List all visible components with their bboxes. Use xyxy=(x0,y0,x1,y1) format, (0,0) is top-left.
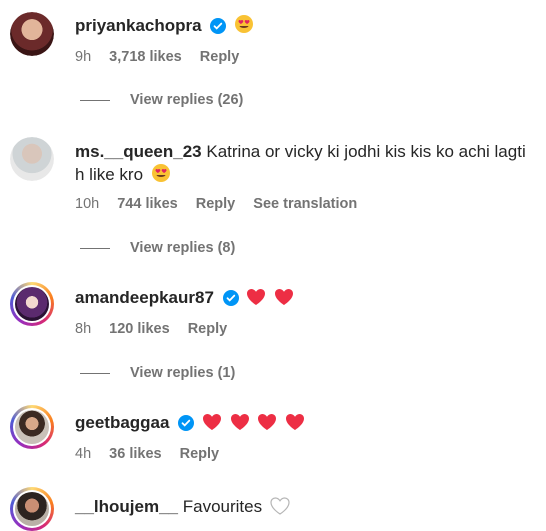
likes-count[interactable]: 36 likes xyxy=(109,446,161,462)
comment-username[interactable]: priyankachopra xyxy=(75,16,202,35)
avatar[interactable] xyxy=(10,12,54,56)
view-replies-label: View replies (8) xyxy=(130,240,236,256)
white-heart-icon xyxy=(270,497,290,521)
comment-time: 10h xyxy=(75,196,100,212)
view-replies-button[interactable]: View replies (1) xyxy=(80,365,235,381)
verified-icon xyxy=(210,18,227,40)
heart-eyes-emoji-icon xyxy=(151,163,171,189)
view-replies-button[interactable]: View replies (26) xyxy=(80,92,243,108)
reply-button[interactable]: Reply xyxy=(200,49,240,65)
avatar-photo xyxy=(15,410,49,444)
red-heart-icon xyxy=(202,413,222,437)
red-heart-icon xyxy=(257,413,277,437)
reply-button[interactable]: Reply xyxy=(196,196,236,212)
red-heart-icon xyxy=(246,288,266,312)
comment-time: 9h xyxy=(75,49,92,65)
view-replies-label: View replies (1) xyxy=(130,365,236,381)
avatar-photo xyxy=(10,137,54,181)
verified-icon xyxy=(178,415,195,437)
red-heart-icon xyxy=(285,413,305,437)
likes-count[interactable]: 744 likes xyxy=(117,196,177,212)
divider-line xyxy=(80,247,110,249)
comment-username[interactable]: amandeepkaur87 xyxy=(75,288,214,307)
avatar-photo xyxy=(10,12,54,56)
avatar[interactable] xyxy=(10,137,54,181)
likes-count[interactable]: 120 likes xyxy=(109,321,169,337)
avatar[interactable] xyxy=(10,282,54,326)
divider-line xyxy=(80,372,110,374)
heart-eyes-emoji-icon xyxy=(234,14,254,40)
reply-button[interactable]: Reply xyxy=(188,321,228,337)
reply-button[interactable]: Reply xyxy=(180,446,220,462)
likes-count[interactable]: 3,718 likes xyxy=(109,49,182,65)
see-translation-button[interactable]: See translation xyxy=(253,196,357,212)
view-replies-button[interactable]: View replies (8) xyxy=(80,240,235,256)
verified-icon xyxy=(222,290,239,312)
comment-username[interactable]: ms.__queen_23 xyxy=(75,142,202,161)
comment-username[interactable]: __lhoujem__ xyxy=(75,497,178,516)
comment-username[interactable]: geetbaggaa xyxy=(75,413,169,432)
comment-time: 4h xyxy=(75,446,92,462)
comment-time: 8h xyxy=(75,321,92,337)
red-heart-icon xyxy=(274,288,294,312)
view-replies-label: View replies (26) xyxy=(130,92,244,108)
avatar-photo xyxy=(15,492,49,526)
avatar[interactable] xyxy=(10,405,54,449)
red-heart-icon xyxy=(230,413,250,437)
avatar[interactable] xyxy=(10,487,54,531)
comment-text: Favourites xyxy=(182,497,263,516)
avatar-photo xyxy=(15,287,49,321)
divider-line xyxy=(80,99,110,101)
